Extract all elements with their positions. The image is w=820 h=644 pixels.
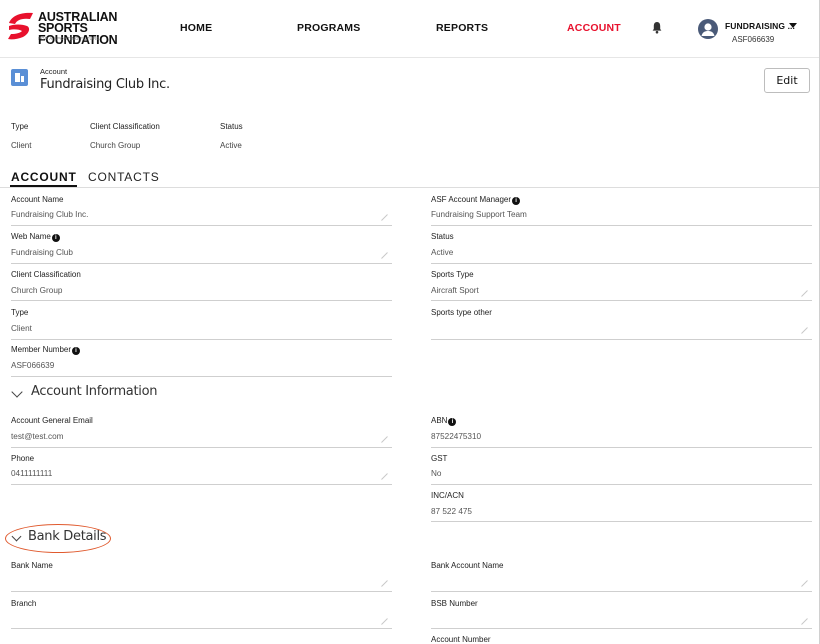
info-icon[interactable]: i xyxy=(512,197,521,205)
asf-account-manager-label: ASF Account Manager i xyxy=(431,195,521,205)
info-icon[interactable]: i xyxy=(448,418,457,426)
divider xyxy=(11,263,392,264)
divider xyxy=(11,628,392,629)
member-number-value: ASF066639 xyxy=(11,361,55,370)
divider xyxy=(431,628,812,629)
divider xyxy=(431,300,812,301)
pencil-icon[interactable] xyxy=(381,214,388,221)
tabs-divider xyxy=(0,187,820,188)
divider xyxy=(431,591,812,592)
divider xyxy=(11,591,392,592)
account-name-value: Fundraising Club Inc. xyxy=(11,210,89,219)
divider xyxy=(431,521,812,522)
divider xyxy=(11,376,392,377)
highlight-status-label: Status xyxy=(220,122,243,131)
type-value: Client xyxy=(11,324,32,333)
bank-account-name-label: Bank Account Name xyxy=(431,561,504,570)
divider xyxy=(431,263,812,264)
pencil-icon[interactable] xyxy=(801,580,808,587)
nav-reports[interactable]: REPORTS xyxy=(436,22,488,34)
highlight-type-value: Client xyxy=(11,141,32,150)
record-title: Fundraising Club Inc. xyxy=(40,77,170,92)
edit-button[interactable]: Edit xyxy=(764,68,810,93)
pencil-icon[interactable] xyxy=(381,580,388,587)
client-classification-value: Church Group xyxy=(11,286,63,295)
gst-label: GST xyxy=(431,454,448,463)
inc-acn-value: 87 522 475 xyxy=(431,507,472,516)
divider xyxy=(11,300,392,301)
bsb-number-label: BSB Number xyxy=(431,599,478,608)
user-avatar[interactable] xyxy=(698,19,718,39)
pencil-icon[interactable] xyxy=(381,436,388,443)
logo-tagline: FOR A SPORTING FUTURE xyxy=(38,36,100,41)
divider xyxy=(431,339,812,340)
tab-contacts[interactable]: CONTACTS xyxy=(88,170,160,184)
account-record-icon xyxy=(11,69,28,86)
user-id: ASF066639 xyxy=(732,35,775,44)
pencil-icon[interactable] xyxy=(381,618,388,625)
logo-line-2: SPORTS FOUNDATION xyxy=(38,21,118,47)
user-name[interactable]: FUNDRAISING ... xyxy=(725,21,795,31)
nav-account[interactable]: ACCOUNT xyxy=(567,22,621,34)
gst-value: No xyxy=(431,469,442,478)
tab-account[interactable]: ACCOUNT xyxy=(11,170,77,184)
divider xyxy=(11,225,392,226)
highlight-status-value: Active xyxy=(220,141,242,150)
pencil-icon[interactable] xyxy=(801,618,808,625)
account-number-label: Account Number xyxy=(431,635,491,644)
asf-logo[interactable]: AUSTRALIAN SPORTS FOUNDATION FOR A SPORT… xyxy=(6,9,156,49)
account-name-label: Account Name xyxy=(11,195,64,204)
pencil-icon[interactable] xyxy=(381,252,388,259)
status-label: Status xyxy=(431,232,454,241)
account-general-email-value: test@test.com xyxy=(11,432,64,441)
phone-value: 0411111111 xyxy=(11,469,53,478)
phone-label: Phone xyxy=(11,454,35,463)
info-icon[interactable]: i xyxy=(72,347,81,355)
pencil-icon[interactable] xyxy=(801,290,808,297)
abn-value: 87522475310 xyxy=(431,432,482,441)
divider xyxy=(11,447,392,448)
inc-acn-label: INC/ACN xyxy=(431,491,464,500)
branch-label: Branch xyxy=(11,599,37,608)
abn-label-text: ABN xyxy=(431,416,448,425)
web-name-value: Fundraising Club xyxy=(11,248,73,257)
divider xyxy=(431,225,812,226)
account-general-email-label: Account General Email xyxy=(11,416,93,425)
sports-type-label: Sports Type xyxy=(431,270,474,279)
sports-type-value: Aircraft Sport xyxy=(431,286,479,295)
user-avatar-icon xyxy=(701,23,715,36)
section-account-information[interactable]: Account Information xyxy=(31,384,157,399)
highlight-classification-value: Church Group xyxy=(90,141,141,150)
divider xyxy=(431,447,812,448)
highlight-type-label: Type xyxy=(11,122,29,131)
section-bank-details[interactable]: Bank Details xyxy=(28,529,107,544)
chevron-down-icon[interactable] xyxy=(11,386,23,398)
asf-account-manager-value: Fundraising Support Team xyxy=(431,210,527,219)
client-classification-label: Client Classification xyxy=(11,270,81,279)
web-name-label-text: Web Name xyxy=(11,232,51,241)
member-number-label-text: Member Number xyxy=(11,345,72,354)
highlight-classification-label: Client Classification xyxy=(90,122,160,131)
bank-name-label: Bank Name xyxy=(11,561,53,570)
type-label: Type xyxy=(11,308,29,317)
status-value: Active xyxy=(431,248,454,257)
sports-type-other-label: Sports type other xyxy=(431,308,492,317)
abn-label: ABN i xyxy=(431,416,457,426)
divider xyxy=(11,484,392,485)
info-icon[interactable]: i xyxy=(51,234,60,242)
asf-logo-mark-icon xyxy=(8,12,33,40)
pencil-icon[interactable] xyxy=(381,473,388,480)
member-number-label: Member Number i xyxy=(11,345,81,355)
divider xyxy=(11,339,392,340)
divider xyxy=(431,484,812,485)
web-name-label: Web Name i xyxy=(11,232,60,242)
record-type-label: Account xyxy=(40,67,68,76)
pencil-icon[interactable] xyxy=(801,327,808,334)
nav-home[interactable]: HOME xyxy=(180,22,212,34)
nav-programs[interactable]: PROGRAMS xyxy=(297,22,360,34)
bell-icon[interactable] xyxy=(652,21,662,34)
asf-account-manager-label-text: ASF Account Manager xyxy=(431,195,512,204)
user-menu-caret-icon[interactable] xyxy=(789,23,797,28)
top-header: AUSTRALIAN SPORTS FOUNDATION FOR A SPORT… xyxy=(0,0,820,58)
